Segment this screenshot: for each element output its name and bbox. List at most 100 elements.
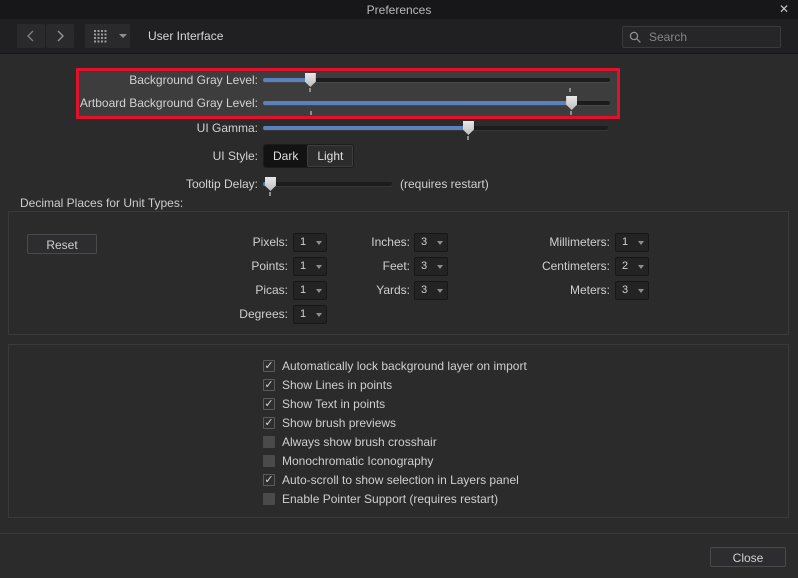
slider-label: UI Gamma: bbox=[196, 121, 258, 135]
unit-label-inches: Inches: bbox=[371, 235, 410, 249]
title-bar: Preferences ✕ bbox=[0, 0, 798, 19]
background-gray-level-slider[interactable] bbox=[263, 73, 610, 92]
checkbox-always-show-brush-crosshair[interactable]: Always show brush crosshair bbox=[263, 435, 437, 449]
sections-menu-button[interactable] bbox=[85, 24, 130, 48]
checkbox-label: Enable Pointer Support (requires restart… bbox=[282, 492, 499, 506]
checkbox-label: Monochromatic Iconography bbox=[282, 454, 434, 468]
slider-fill bbox=[263, 101, 572, 105]
checkbox-icon[interactable] bbox=[263, 493, 275, 505]
close-button[interactable]: Close bbox=[710, 547, 786, 567]
dropdown-value: 1 bbox=[300, 236, 307, 248]
meters-dropdown[interactable]: 3 bbox=[615, 281, 649, 300]
checkbox-enable-pointer-support[interactable]: Enable Pointer Support (requires restart… bbox=[263, 492, 498, 506]
yards-dropdown[interactable]: 3 bbox=[414, 281, 448, 300]
checkbox-label: Show brush previews bbox=[282, 416, 397, 430]
slider-tick-mark bbox=[308, 88, 311, 92]
chevron-right-icon bbox=[57, 30, 64, 42]
dropdown-arrow-icon bbox=[316, 313, 322, 317]
slider-fill bbox=[263, 78, 310, 82]
unit-label-millimeters: Millimeters: bbox=[549, 235, 610, 249]
slider-fill bbox=[263, 126, 468, 130]
requires-restart-note: (requires restart) bbox=[400, 177, 489, 191]
ui-gamma-slider[interactable] bbox=[263, 121, 608, 140]
slider-tick-mark bbox=[309, 111, 312, 115]
slider-label: Background Gray Level: bbox=[129, 73, 258, 87]
dropdown-arrow-icon bbox=[316, 241, 322, 245]
section-title: User Interface bbox=[148, 29, 224, 43]
checkbox-monochromatic-iconography[interactable]: Monochromatic Iconography bbox=[263, 454, 433, 468]
checkbox-label: Show Text in points bbox=[282, 397, 386, 411]
dropdown-value: 1 bbox=[300, 308, 307, 320]
tooltip-delay-row: Tooltip Delay: (requires restart) bbox=[0, 177, 640, 196]
reset-button[interactable]: Reset bbox=[27, 234, 97, 254]
dropdown-arrow-icon bbox=[437, 289, 443, 293]
checkbox-icon[interactable]: ✓ bbox=[263, 360, 275, 372]
artboard-background-gray-level-row: Artboard Background Gray Level: bbox=[0, 96, 640, 115]
slider-tick-mark bbox=[569, 88, 572, 92]
picas-dropdown[interactable]: 1 bbox=[293, 281, 327, 300]
millimeters-dropdown[interactable]: 1 bbox=[615, 233, 649, 252]
dropdown-arrow-icon bbox=[316, 265, 322, 269]
points-dropdown[interactable]: 1 bbox=[293, 257, 327, 276]
checkbox-show-text-in-points[interactable]: ✓ Show Text in points bbox=[263, 397, 385, 411]
checkbox-show-lines-in-points[interactable]: ✓ Show Lines in points bbox=[263, 378, 392, 392]
footer-divider bbox=[0, 533, 798, 534]
unit-label-centimeters: Centimeters: bbox=[541, 259, 610, 273]
dropdown-value: 1 bbox=[622, 236, 629, 248]
feet-dropdown[interactable]: 3 bbox=[414, 257, 448, 276]
checkbox-show-brush-previews[interactable]: ✓ Show brush previews bbox=[263, 416, 396, 430]
degrees-dropdown[interactable]: 1 bbox=[293, 305, 327, 324]
dropdown-value: 1 bbox=[300, 284, 307, 296]
dropdown-value: 3 bbox=[421, 236, 428, 248]
checkbox-label: Auto-scroll to show selection in Layers … bbox=[282, 473, 519, 487]
dropdown-arrow-icon bbox=[437, 241, 443, 245]
inches-dropdown[interactable]: 3 bbox=[414, 233, 448, 252]
search-input[interactable] bbox=[647, 29, 780, 45]
slider-thumb[interactable] bbox=[264, 177, 276, 191]
checkbox-icon[interactable]: ✓ bbox=[263, 379, 275, 391]
ui-style-option-dark[interactable]: Dark bbox=[264, 145, 308, 167]
slider-tick-mark bbox=[268, 192, 271, 196]
dropdown-arrow-icon bbox=[638, 265, 644, 269]
checkbox-auto-scroll-layers-panel[interactable]: ✓ Auto-scroll to show selection in Layers… bbox=[263, 473, 519, 487]
dropdown-value: 1 bbox=[300, 260, 307, 272]
ui-style-option-light[interactable]: Light bbox=[307, 145, 354, 167]
checkbox-icon[interactable] bbox=[263, 455, 275, 467]
slider-thumb[interactable] bbox=[462, 121, 474, 135]
search-field[interactable] bbox=[622, 26, 781, 48]
preferences-dialog: Preferences ✕ User Interface Search Back… bbox=[0, 0, 798, 578]
unit-label-yards: Yards: bbox=[376, 283, 410, 297]
checkbox-lock-background-layer[interactable]: ✓ Automatically lock background layer on … bbox=[263, 359, 527, 373]
slider-thumb[interactable] bbox=[566, 96, 578, 110]
dropdown-arrow-icon bbox=[638, 241, 644, 245]
slider-thumb[interactable] bbox=[304, 73, 316, 87]
checkbox-label: Automatically lock background layer on i… bbox=[282, 359, 527, 373]
toolbar: User Interface bbox=[0, 19, 798, 54]
pixels-dropdown[interactable]: 1 bbox=[293, 233, 327, 252]
slider-label: Tooltip Delay: bbox=[185, 177, 258, 191]
unit-label-feet: Feet: bbox=[382, 259, 410, 273]
checkbox-icon[interactable] bbox=[263, 436, 275, 448]
artboard-background-gray-level-slider[interactable] bbox=[263, 96, 610, 115]
sections-dropdown-arrow-icon[interactable] bbox=[115, 34, 130, 38]
tooltip-delay-slider[interactable] bbox=[263, 177, 392, 196]
close-icon[interactable]: ✕ bbox=[779, 2, 789, 17]
dropdown-value: 2 bbox=[622, 260, 629, 272]
checkbox-icon[interactable]: ✓ bbox=[263, 417, 275, 429]
dropdown-arrow-icon bbox=[437, 265, 443, 269]
dropdown-value: 3 bbox=[421, 260, 428, 272]
slider-tick-mark bbox=[466, 136, 469, 140]
back-button[interactable] bbox=[17, 24, 45, 48]
unit-label-meters: Meters: bbox=[569, 283, 610, 297]
slider-label: Artboard Background Gray Level: bbox=[79, 96, 258, 110]
unit-label-pixels: Pixels: bbox=[252, 235, 288, 249]
unit-label-degrees: Degrees: bbox=[239, 307, 288, 321]
dialog-title: Preferences bbox=[366, 3, 432, 17]
ui-style-segmented-control: Dark Light bbox=[263, 144, 355, 168]
checkbox-icon[interactable]: ✓ bbox=[263, 398, 275, 410]
checkbox-icon[interactable]: ✓ bbox=[263, 474, 275, 486]
checkbox-label: Show Lines in points bbox=[282, 378, 393, 392]
forward-button[interactable] bbox=[46, 24, 74, 48]
ui-gamma-row: UI Gamma: bbox=[0, 121, 640, 140]
centimeters-dropdown[interactable]: 2 bbox=[615, 257, 649, 276]
